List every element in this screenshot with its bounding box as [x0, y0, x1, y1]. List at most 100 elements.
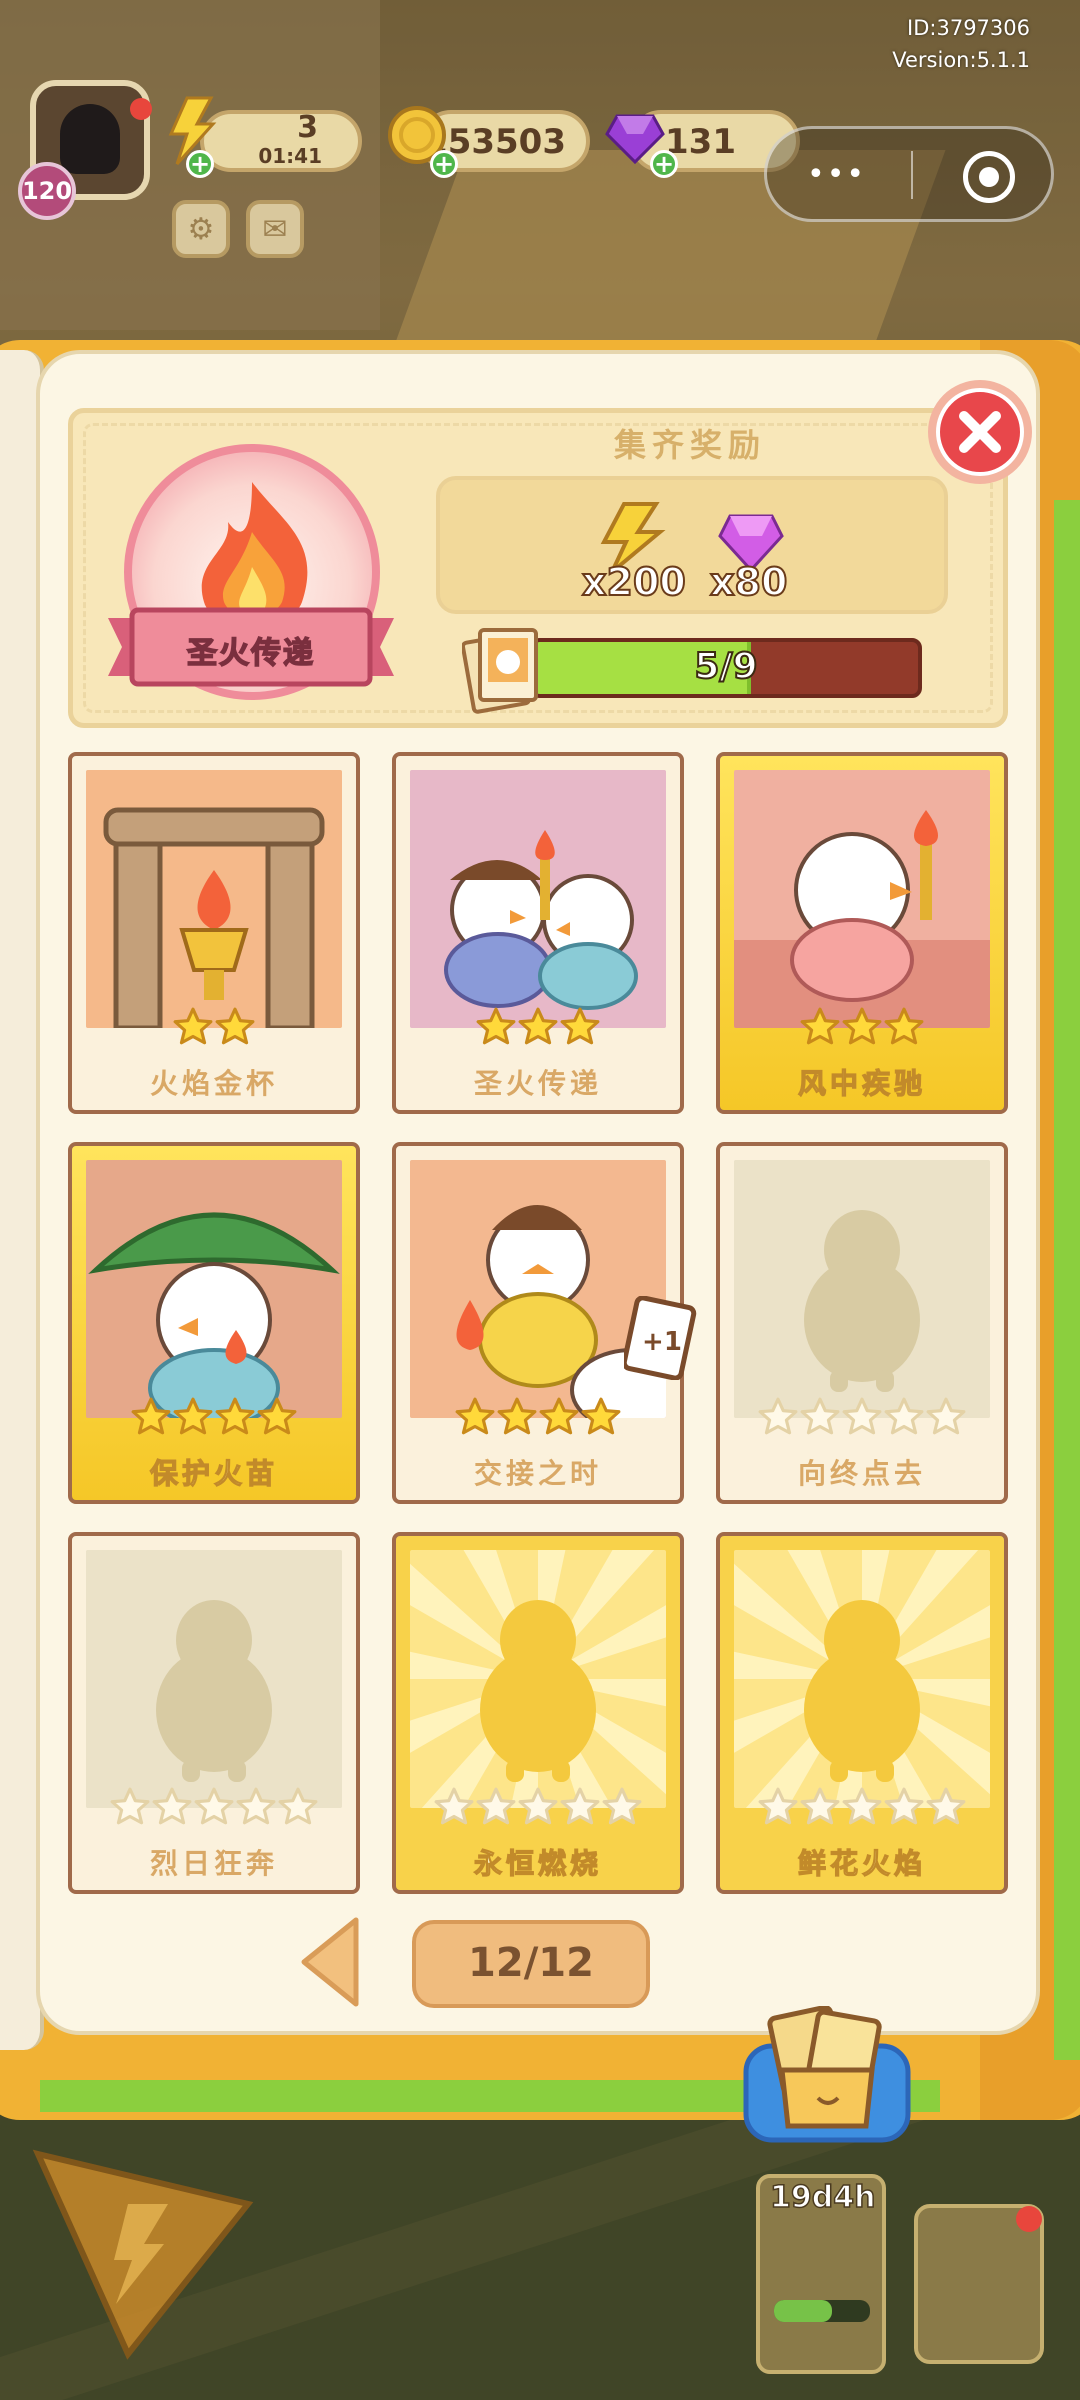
star-icon: [194, 1787, 234, 1825]
card-5[interactable]: 交接之时 +1: [392, 1142, 697, 1504]
card-7[interactable]: 烈日狂奔: [68, 1532, 360, 1894]
star-icon: [884, 1397, 924, 1435]
card-stars: [72, 1786, 356, 1828]
envelope-icon: [743, 2005, 911, 2143]
card-name: 风中疾驰: [797, 1066, 926, 1100]
star-icon: [884, 1007, 924, 1045]
card-name: 永恒燃烧: [473, 1846, 602, 1880]
star-icon: [800, 1787, 840, 1825]
star-icon: [518, 1787, 558, 1825]
event-progress-bar: [774, 2300, 870, 2322]
card-name: 圣火传递: [473, 1067, 602, 1100]
star-icon: [476, 1787, 516, 1825]
star-icon: [110, 1787, 150, 1825]
star-icon: [560, 1787, 600, 1825]
star-icon: [581, 1397, 621, 1435]
collect-reward-title: 集齐奖励: [613, 426, 766, 464]
card-8[interactable]: 永恒燃烧: [392, 1532, 684, 1894]
star-icon: [278, 1787, 318, 1825]
energy-value: 3: [297, 110, 318, 145]
duplicate-count: +1: [642, 1327, 682, 1357]
collection-progress-bar: 5/9: [530, 638, 922, 698]
player-id: ID:3797306: [907, 16, 1030, 40]
card-art: [734, 1550, 990, 1808]
star-icon: [842, 1007, 882, 1045]
star-icon: [236, 1787, 276, 1825]
card-stars: [72, 1396, 356, 1438]
notification-dot: [1016, 2206, 1042, 2232]
version-label: Version:5.1.1: [892, 48, 1030, 72]
star-icon: [476, 1007, 516, 1045]
player-level-badge: 120: [18, 162, 76, 220]
miniprogram-capsule: •••: [764, 126, 1054, 222]
star-icon: [842, 1397, 882, 1435]
energy-counter[interactable]: 3 01:41: [200, 110, 362, 172]
reward-box: [436, 476, 948, 614]
card-stars: [396, 1396, 680, 1438]
star-icon: [215, 1397, 255, 1435]
settings-gear-icon[interactable]: ⚙: [172, 200, 230, 258]
star-icon: [257, 1397, 297, 1435]
mail-icon[interactable]: ✉: [246, 200, 304, 258]
progress-label: 5/9: [693, 645, 758, 688]
card-art: [86, 770, 342, 1028]
card-name: 鲜花火焰: [797, 1846, 926, 1880]
card-stars: [72, 1006, 356, 1048]
add-coins-icon[interactable]: +: [430, 150, 458, 178]
close-icon: [936, 388, 1024, 476]
star-icon: [842, 1787, 882, 1825]
card-6[interactable]: 向终点去: [716, 1142, 1008, 1504]
chevron-left-icon: [301, 1917, 359, 2007]
add-energy-icon[interactable]: +: [186, 150, 214, 178]
star-icon: [800, 1007, 840, 1045]
more-menu-icon[interactable]: •••: [807, 160, 866, 190]
card-1[interactable]: 火焰金杯: [68, 752, 360, 1114]
album-title: 圣火传递: [186, 635, 315, 672]
duplicate-card-badge: +1: [624, 1296, 697, 1380]
star-icon: [926, 1397, 966, 1435]
star-icon: [434, 1787, 474, 1825]
reward-energy-amount: x200: [581, 559, 687, 605]
prev-page-button[interactable]: [298, 1916, 362, 2008]
card-name: 烈日狂奔: [149, 1847, 278, 1880]
star-icon: [800, 1397, 840, 1435]
add-gems-icon[interactable]: +: [650, 150, 678, 178]
energy-timer: 01:41: [258, 144, 322, 168]
page-indicator: 12/12: [412, 1920, 650, 2008]
card-art: [410, 1550, 666, 1808]
star-icon: [758, 1787, 798, 1825]
star-icon: [152, 1787, 192, 1825]
card-stars: [720, 1396, 1004, 1438]
book-stripe: [1054, 500, 1080, 2060]
card-name: 火焰金杯: [149, 1067, 278, 1100]
card-3[interactable]: 风中疾驰: [716, 752, 1008, 1114]
build-info: ID:3797306 Version:5.1.1: [892, 12, 1030, 76]
close-miniprogram-icon[interactable]: [963, 151, 1015, 203]
card-stars: [720, 1006, 1004, 1048]
star-icon: [560, 1007, 600, 1045]
card-envelope-button[interactable]: [742, 2005, 912, 2144]
card-art: [410, 770, 666, 1028]
star-icon: [173, 1397, 213, 1435]
card-stack-icon: [462, 628, 538, 714]
card-9[interactable]: 鲜花火焰: [716, 1532, 1008, 1894]
close-button[interactable]: [928, 380, 1032, 484]
star-icon: [539, 1397, 579, 1435]
card-stars: [396, 1006, 680, 1048]
card-2[interactable]: 圣火传递: [392, 752, 684, 1114]
reward-gem-amount: x80: [709, 559, 788, 605]
card-4[interactable]: 保护火苗: [68, 1142, 360, 1504]
star-icon: [173, 1007, 213, 1045]
boost-lightning-icon[interactable]: [28, 2144, 258, 2364]
star-icon: [884, 1787, 924, 1825]
card-art: [86, 1160, 342, 1418]
card-stars: [720, 1786, 1004, 1828]
star-icon: [455, 1397, 495, 1435]
star-icon: [131, 1397, 171, 1435]
star-icon: [215, 1007, 255, 1045]
notification-dot: [130, 98, 152, 120]
star-icon: [518, 1007, 558, 1045]
card-art: [734, 1160, 990, 1418]
card-name: 向终点去: [797, 1457, 926, 1490]
card-name: 交接之时: [473, 1457, 602, 1490]
